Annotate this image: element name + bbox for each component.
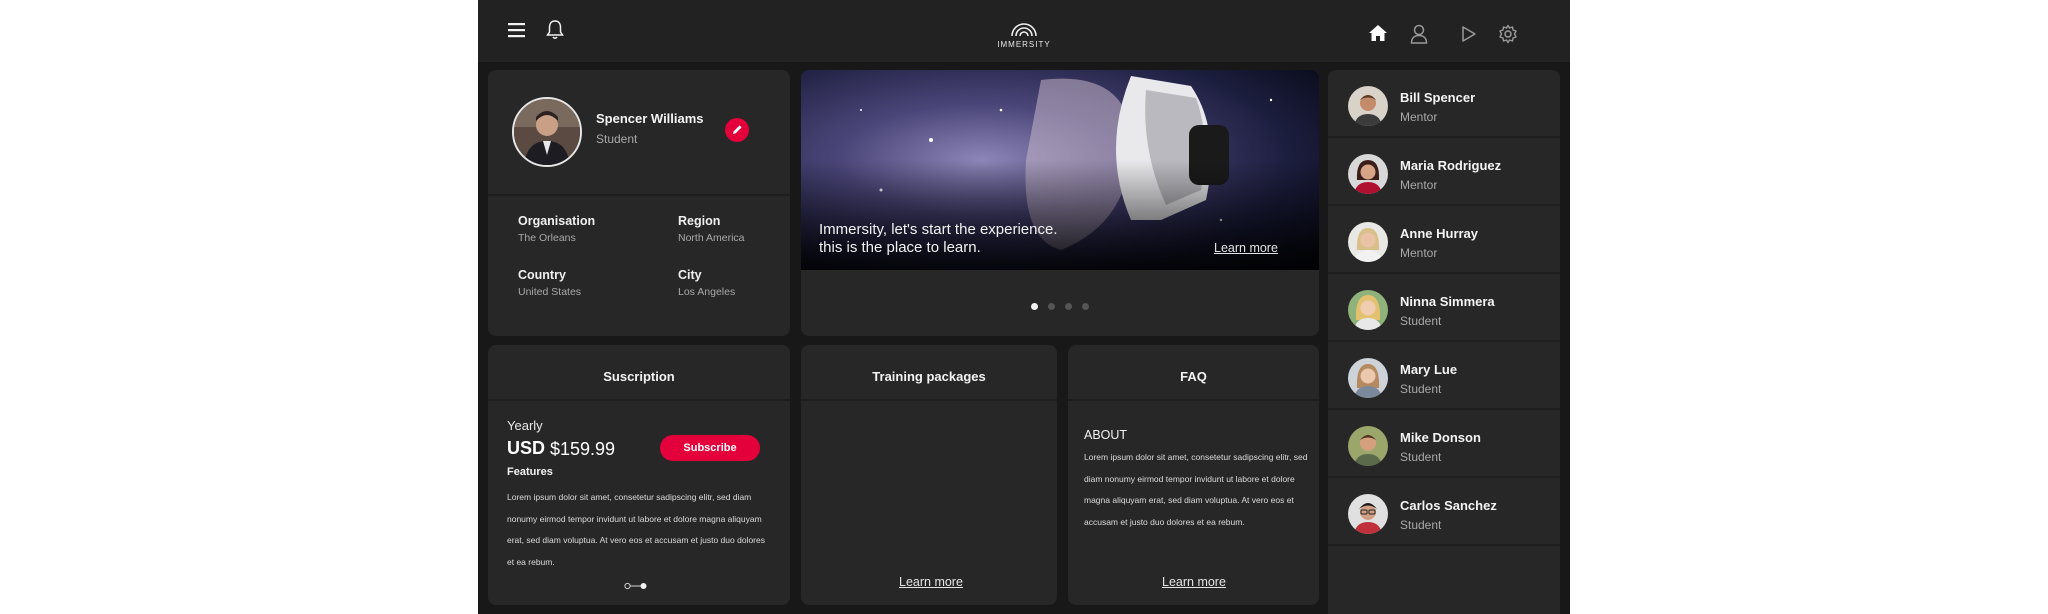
country-value: United States [518, 286, 582, 298]
training-title: Training packages [872, 369, 986, 384]
card-divider [1068, 399, 1319, 401]
region-value: North America [678, 232, 745, 244]
person-role: Mentor [1400, 110, 1438, 124]
country-label: Country [518, 268, 566, 282]
pagination-indicator[interactable] [624, 582, 648, 590]
top-bar: IMMERSITY [478, 0, 1570, 62]
faq-text: Lorem ipsum dolor sit amet, consetetur s… [1084, 452, 1308, 527]
play-icon[interactable] [1460, 25, 1478, 43]
avatar [1348, 290, 1388, 330]
banner-card: Immersity, let's start the experience. t… [801, 70, 1319, 336]
bell-icon[interactable] [546, 19, 564, 41]
profile-card: Spencer Williams Student Organisation Th… [488, 70, 790, 336]
subscription-price: $159.99 [550, 439, 616, 459]
city-label: City [678, 268, 702, 282]
person-role: Student [1400, 518, 1442, 532]
faq-learn-more-link[interactable]: Learn more [1162, 575, 1226, 589]
person-name: Bill Spencer [1400, 90, 1476, 105]
city-value: Los Angeles [678, 286, 736, 298]
person-name: Mary Lue [1400, 362, 1458, 377]
profile-name: Spencer Williams [596, 111, 704, 126]
training-learn-more-link[interactable]: Learn more [899, 575, 963, 589]
person-role: Mentor [1400, 246, 1438, 260]
gear-icon[interactable] [1498, 24, 1518, 44]
banner-line-1: Immersity, let's start the experience. [819, 221, 1058, 238]
avatar [1348, 358, 1388, 398]
banner-learn-more-link[interactable]: Learn more [1214, 241, 1278, 255]
training-card: Training packages Learn more [801, 345, 1057, 605]
faq-card: FAQ ABOUT Lorem ipsum dolor sit amet, co… [1068, 345, 1319, 605]
person-name: Mike Donson [1400, 430, 1481, 445]
card-divider [801, 399, 1057, 401]
person-role: Student [1400, 382, 1442, 396]
user-icon[interactable] [1410, 24, 1428, 44]
region-label: Region [678, 214, 721, 228]
divider [1328, 544, 1560, 546]
list-item[interactable]: Mike Donson Student [1328, 410, 1560, 478]
features-text: Lorem ipsum dolor sit amet, consetetur s… [507, 492, 765, 567]
list-item[interactable]: Carlos Sanchez Student [1328, 478, 1560, 546]
subscription-currency: USD [507, 438, 546, 458]
avatar [1348, 86, 1388, 126]
person-name: Ninna Simmera [1400, 294, 1495, 309]
subscribe-button[interactable]: Subscribe [660, 435, 760, 461]
avatar [1348, 222, 1388, 262]
person-name: Anne Hurray [1400, 226, 1479, 241]
brand-name: IMMERSITY [997, 40, 1051, 49]
profile-role: Student [596, 132, 638, 146]
list-item[interactable]: Ninna Simmera Student [1328, 274, 1560, 342]
app-window: IMMERSITY Spencer Williams Student Organ… [478, 0, 1570, 614]
avatar [1348, 426, 1388, 466]
organisation-value: The Orleans [518, 232, 576, 244]
person-role: Student [1400, 314, 1442, 328]
faq-title: FAQ [1180, 369, 1207, 384]
edit-profile-button[interactable] [725, 118, 749, 142]
avatar [1348, 154, 1388, 194]
list-item[interactable]: Maria Rodriguez Mentor [1328, 138, 1560, 206]
people-list: Bill Spencer Mentor Maria Rodriguez Ment… [1328, 70, 1560, 614]
subscription-card: Suscription Yearly USD $159.99 Subscribe… [488, 345, 790, 605]
subscription-title: Suscription [603, 369, 675, 384]
person-role: Mentor [1400, 178, 1438, 192]
list-item[interactable]: Mary Lue Student [1328, 342, 1560, 410]
list-item[interactable]: Anne Hurray Mentor [1328, 206, 1560, 274]
person-name: Carlos Sanchez [1400, 498, 1497, 513]
person-name: Maria Rodriguez [1400, 158, 1502, 173]
carousel-dot-2[interactable] [1048, 303, 1055, 310]
home-icon[interactable] [1368, 24, 1388, 42]
banner-line-2: this is the place to learn. [819, 239, 981, 256]
avatar [1348, 494, 1388, 534]
menu-icon[interactable] [508, 22, 526, 38]
carousel-dot-1[interactable] [1031, 303, 1038, 310]
immersity-logo[interactable]: IMMERSITY [990, 10, 1058, 54]
list-item[interactable]: Bill Spencer Mentor [1328, 70, 1560, 138]
subscription-period: Yearly [507, 418, 543, 433]
person-role: Student [1400, 450, 1442, 464]
carousel-dot-4[interactable] [1082, 303, 1089, 310]
features-label: Features [507, 466, 553, 478]
avatar[interactable] [512, 97, 582, 167]
faq-heading: ABOUT [1084, 428, 1128, 442]
organisation-label: Organisation [518, 214, 596, 228]
profile-divider [488, 194, 790, 196]
card-divider [488, 399, 790, 401]
pencil-icon [733, 125, 742, 134]
carousel-dot-3[interactable] [1065, 303, 1072, 310]
